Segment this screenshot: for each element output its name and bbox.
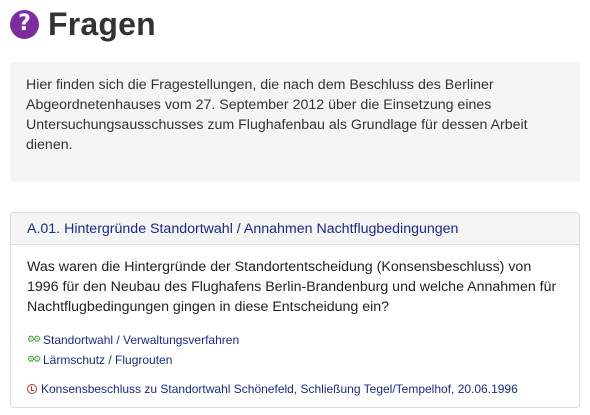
question-card: A.01. Hintergründe Standortwahl / Annahm…	[10, 212, 580, 408]
tag-link-laermschutz[interactable]: Lärmschutz / Flugrouten	[43, 353, 172, 367]
document-link[interactable]: Konsensbeschluss zu Standortwahl Schönef…	[41, 382, 518, 396]
page-title: Fragen	[48, 5, 156, 42]
clock-icon	[27, 384, 37, 394]
question-text: Was waren die Hintergründe der Standorte…	[27, 259, 557, 315]
gears-icon: ⚙⚙	[27, 335, 41, 345]
question-card-header: A.01. Hintergründe Standortwahl / Annahm…	[11, 213, 579, 245]
gears-icon: ⚙⚙	[27, 355, 41, 365]
tag-item: ⚙⚙ Lärmschutz / Flugrouten	[27, 350, 563, 370]
intro-box: Hier finden sich die Fragestellungen, di…	[10, 62, 580, 182]
question-card-body: Was waren die Hintergründe der Standorte…	[11, 245, 579, 399]
tag-link-standortwahl[interactable]: Standortwahl / Verwaltungsverfahren	[43, 333, 239, 347]
intro-text: Hier finden sich die Fragestellungen, di…	[26, 77, 528, 153]
page-header: ? Fragen	[10, 4, 156, 44]
tag-item: ⚙⚙ Standortwahl / Verwaltungsverfahren	[27, 330, 563, 350]
question-circle-icon: ?	[10, 9, 39, 39]
tag-list: ⚙⚙ Standortwahl / Verwaltungsverfahren ⚙…	[27, 330, 563, 370]
question-heading-link[interactable]: A.01. Hintergründe Standortwahl / Annahm…	[27, 221, 458, 237]
document-item: Konsensbeschluss zu Standortwahl Schönef…	[27, 379, 563, 399]
